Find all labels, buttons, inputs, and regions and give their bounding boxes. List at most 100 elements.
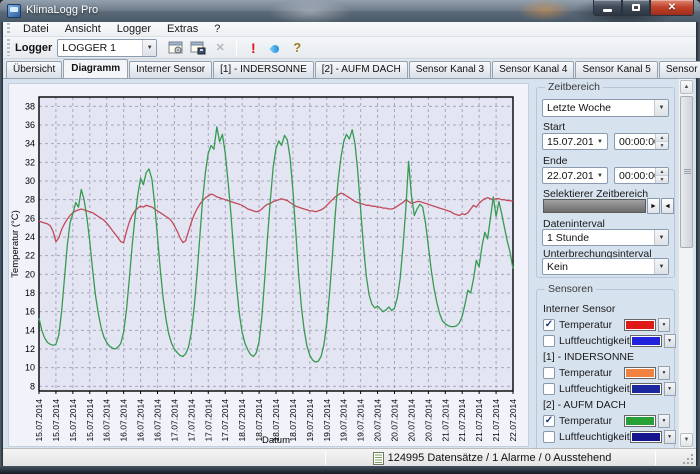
sensoren-group: Sensoren Interner Sensor✓Temperatur▼Luft…	[536, 289, 675, 448]
svg-text:Temperatur (°C): Temperatur (°C)	[10, 210, 21, 278]
spin-down-icon[interactable]: ▼	[656, 176, 668, 183]
alarm-button[interactable]: !	[243, 39, 263, 57]
resize-grip[interactable]	[683, 453, 694, 464]
color-dropdown-arrow[interactable]: ▼	[658, 414, 670, 428]
menu-logger[interactable]: Logger	[109, 22, 159, 36]
minimize-button[interactable]	[593, 0, 622, 16]
svg-text:18: 18	[25, 288, 35, 298]
temperatur-checkbox[interactable]: ✓	[543, 415, 555, 427]
time-range-slider[interactable]	[543, 199, 646, 213]
scroll-down-button[interactable]: ▼	[680, 433, 693, 447]
slider-back-button[interactable]: ◄	[661, 198, 674, 214]
color-swatch[interactable]	[624, 367, 656, 379]
svg-text:38: 38	[25, 101, 35, 111]
color-swatch[interactable]	[630, 431, 662, 443]
tab--2-aufm-dach[interactable]: [2] - AUFM DACH	[315, 61, 408, 78]
interval-select[interactable]: 1 Stunde ▼	[542, 229, 669, 246]
sensor-row-label: Luftfeuchtigkeit	[559, 335, 630, 347]
start-date-value: 15.07.2014	[543, 136, 593, 148]
toolbar-separator	[236, 40, 237, 56]
color-dropdown-arrow[interactable]: ▼	[658, 366, 670, 380]
zeitbereich-group: Zeitbereich Letzte Woche ▼ Start 15.07.2…	[536, 87, 675, 278]
svg-text:32: 32	[25, 157, 35, 167]
start-time-spinner[interactable]: 00:00:00 ▲▼	[614, 133, 669, 150]
svg-text:17.07.2014: 17.07.2014	[203, 399, 213, 442]
svg-text:21.07.2014: 21.07.2014	[457, 399, 467, 442]
luftfeuchtigkeit-checkbox[interactable]	[543, 383, 555, 395]
svg-text:15.07.2014: 15.07.2014	[68, 399, 78, 442]
tab-sensor-kanal-4[interactable]: Sensor Kanal 4	[492, 61, 574, 78]
tab-sensor-kanal-6[interactable]: Sensor Kanal 6	[659, 61, 700, 78]
spin-down-icon[interactable]: ▼	[656, 142, 668, 149]
menu-datei[interactable]: Datei	[15, 22, 57, 36]
color-dropdown-arrow[interactable]: ▼	[664, 430, 676, 444]
maximize-button[interactable]	[622, 0, 650, 16]
temperatur-checkbox[interactable]	[543, 367, 555, 379]
temperatur-checkbox[interactable]: ✓	[543, 319, 555, 331]
menu-extras[interactable]: Extras	[159, 22, 206, 36]
help-button[interactable]: ?	[287, 39, 307, 57]
sensor-row: Temperatur▼	[543, 365, 670, 380]
menu-ansicht[interactable]: Ansicht	[57, 22, 109, 36]
interrupt-value: Kein	[543, 261, 654, 273]
scrollbar-thumb[interactable]	[680, 96, 693, 248]
titlebar: KlimaLogg Pro ✕	[0, 0, 700, 22]
color-swatch[interactable]	[624, 319, 656, 331]
transfer-icon	[190, 41, 206, 55]
tab--1-indersonne[interactable]: [1] - INDERSONNE	[213, 61, 314, 78]
spin-up-icon[interactable]: ▲	[656, 134, 668, 142]
interrupt-select[interactable]: Kein ▼	[542, 258, 669, 275]
slider-forward-button[interactable]: ►	[647, 198, 660, 214]
logger-select[interactable]: LOGGER 1 ▼	[57, 39, 157, 57]
help-icon: ?	[293, 40, 301, 55]
tab-sensor-kanal-5[interactable]: Sensor Kanal 5	[575, 61, 657, 78]
status-text: 124995 Datensätze / 1 Alarme / 0 Aussteh…	[388, 452, 612, 464]
svg-text:34: 34	[25, 139, 35, 149]
tab-diagramm[interactable]: Diagramm	[63, 59, 128, 78]
end-date-picker[interactable]: 22.07.2014 ▼	[542, 167, 608, 184]
app-window: KlimaLogg Pro ✕ DateiAnsichtLoggerExtras…	[0, 0, 700, 474]
tab-interner-sensor[interactable]: Interner Sensor	[129, 61, 212, 78]
range-select[interactable]: Letzte Woche ▼	[542, 99, 669, 117]
luftfeuchtigkeit-checkbox[interactable]	[543, 431, 555, 443]
menu-[interactable]: ?	[206, 22, 228, 36]
tab-sensor-kanal-3[interactable]: Sensor Kanal 3	[409, 61, 491, 78]
color-swatch[interactable]	[630, 383, 662, 395]
close-button[interactable]: ✕	[650, 0, 694, 16]
color-dropdown-arrow[interactable]: ▼	[658, 318, 670, 332]
svg-text:20.07.2014: 20.07.2014	[373, 399, 383, 442]
svg-text:8: 8	[30, 381, 35, 391]
luftfeuchtigkeit-checkbox[interactable]	[543, 335, 555, 347]
color-dropdown-arrow[interactable]: ▼	[664, 334, 676, 348]
logger-select-value: LOGGER 1	[58, 42, 142, 54]
tab-content: 810121416182022242628303234363815.07.201…	[3, 78, 696, 448]
svg-text:12: 12	[25, 344, 35, 354]
end-time-spinner[interactable]: 00:00:00 ▲▼	[614, 167, 669, 184]
svg-text:16: 16	[25, 307, 35, 317]
start-date-picker[interactable]: 15.07.2014 ▼	[542, 133, 608, 150]
chevron-down-icon: ▼	[654, 100, 668, 116]
transfer-button[interactable]	[188, 39, 208, 57]
chevron-down-icon: ▼	[142, 40, 156, 56]
chart-svg[interactable]: 810121416182022242628303234363815.07.201…	[9, 84, 528, 446]
color-swatch[interactable]	[630, 335, 662, 347]
zeitbereich-title: Zeitbereich	[545, 81, 603, 93]
tab--bersicht[interactable]: Übersicht	[6, 61, 62, 78]
delete-button[interactable]: ✕	[210, 39, 230, 57]
scroll-up-button[interactable]: ▲	[680, 80, 693, 94]
svg-text:17.07.2014: 17.07.2014	[186, 399, 196, 442]
svg-text:22: 22	[25, 251, 35, 261]
svg-text:15.07.2014: 15.07.2014	[34, 399, 44, 442]
menubar-grip[interactable]	[7, 23, 10, 34]
color-dropdown-arrow[interactable]: ▼	[664, 382, 676, 396]
color-swatch[interactable]	[624, 415, 656, 427]
properties-button[interactable]	[166, 39, 186, 57]
toolbar-grip[interactable]	[7, 39, 10, 56]
delete-icon: ✕	[216, 41, 225, 54]
humidity-button[interactable]	[265, 39, 285, 57]
sidebar-scrollbar[interactable]: ▲ ▼	[678, 79, 693, 448]
svg-text:20.07.2014: 20.07.2014	[423, 399, 433, 442]
start-time-value: 00:00:00	[615, 136, 655, 148]
toolbar: Logger LOGGER 1 ▼ ✕ !	[3, 37, 696, 59]
spin-up-icon[interactable]: ▲	[656, 168, 668, 176]
